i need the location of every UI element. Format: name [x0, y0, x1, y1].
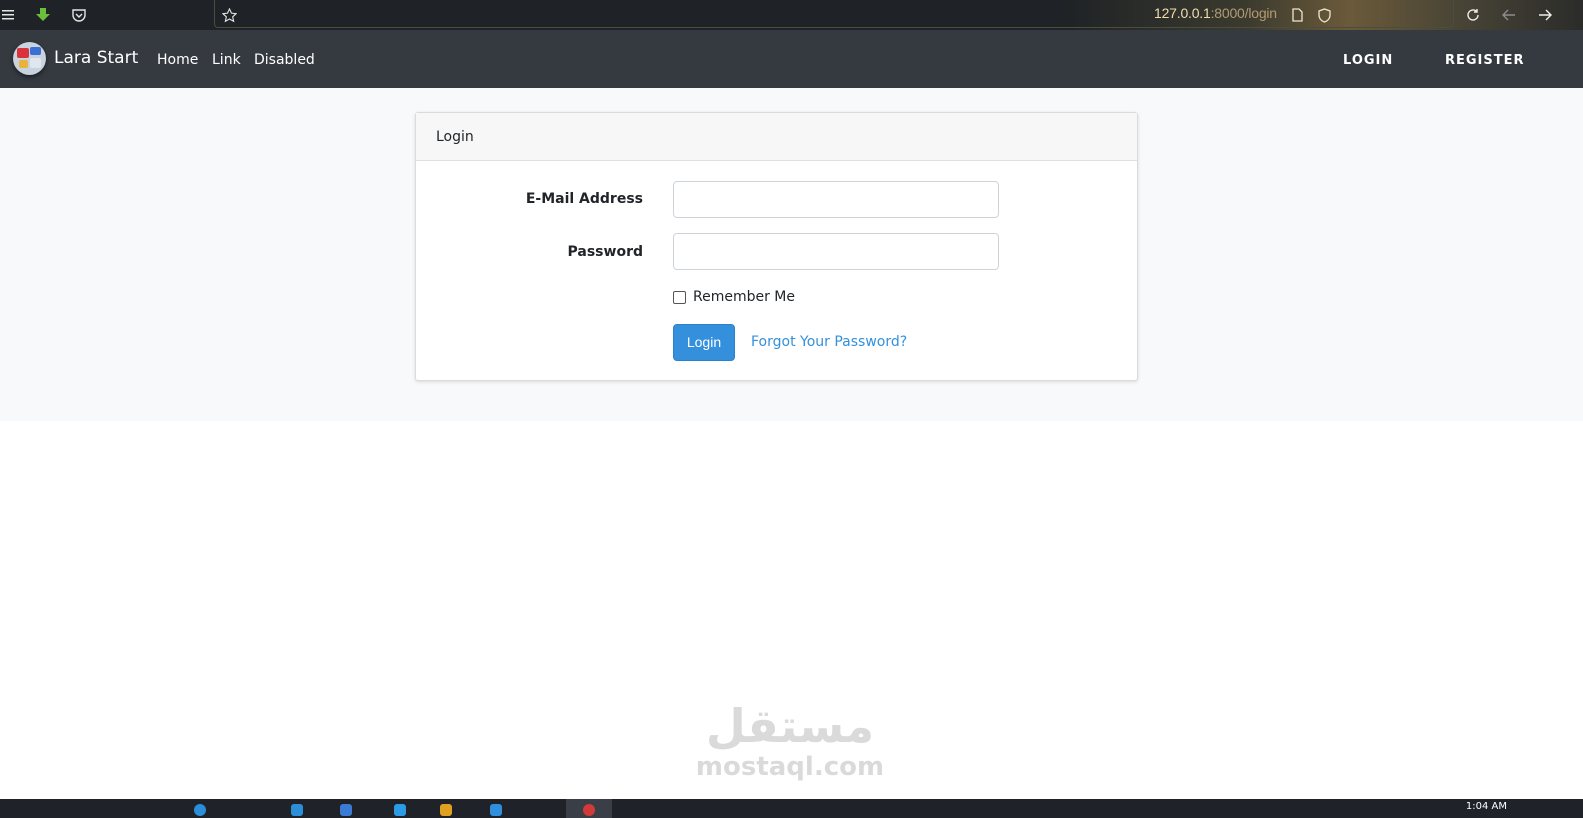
watermark: مستقل mostaql.com — [620, 700, 960, 782]
bookmark-star-icon[interactable] — [220, 0, 238, 30]
forgot-password-link[interactable]: Forgot Your Password? — [751, 334, 907, 350]
login-card: Login E-Mail Address Password Remember M… — [415, 112, 1138, 381]
url-host: 127.0.0.1 — [1154, 5, 1211, 21]
nav-link-disabled: Disabled — [254, 52, 315, 68]
email-label: E-Mail Address — [525, 191, 643, 207]
taskbar-app-icon[interactable] — [194, 804, 206, 816]
register-nav-link[interactable]: REGISTER — [1445, 53, 1525, 68]
brand-logo[interactable] — [13, 42, 46, 75]
password-field[interactable] — [673, 233, 999, 270]
download-icon[interactable] — [34, 0, 52, 30]
pocket-icon[interactable] — [70, 0, 88, 30]
main-content: Login E-Mail Address Password Remember M… — [0, 88, 1583, 421]
login-nav-link[interactable]: LOGIN — [1343, 53, 1393, 68]
password-label: Password — [567, 244, 643, 260]
forward-arrow-icon[interactable] — [1536, 0, 1554, 30]
os-taskbar: 1:04 AM — [0, 799, 1583, 818]
watermark-latin: mostaql.com — [695, 752, 885, 782]
shield-icon[interactable] — [1316, 0, 1332, 30]
login-button[interactable]: Login — [673, 324, 735, 361]
url-path: :8000/login — [1210, 5, 1278, 21]
email-field[interactable] — [673, 181, 999, 218]
back-arrow-icon[interactable] — [1500, 0, 1518, 30]
top-navbar: Lara Start Home Link Disabled LOGIN REGI… — [0, 30, 1583, 88]
brand-name[interactable]: Lara Start — [54, 48, 138, 68]
taskbar-clock: 1:04 AM — [1465, 801, 1507, 812]
page-icon[interactable] — [1289, 0, 1305, 30]
menu-icon[interactable] — [0, 0, 16, 30]
browser-toolbar: 127.0.0.1:8000/login — [0, 0, 1583, 30]
nav-link-link[interactable]: Link — [212, 52, 241, 68]
watermark-arabic: مستقل — [705, 699, 875, 753]
remember-me-label[interactable]: Remember Me — [693, 289, 795, 305]
taskbar-app-icon[interactable] — [440, 804, 452, 816]
taskbar-active-app[interactable] — [566, 799, 612, 818]
taskbar-app-icon[interactable] — [490, 804, 502, 816]
remember-me-checkbox[interactable] — [673, 291, 686, 304]
taskbar-app-icon[interactable] — [394, 804, 406, 816]
card-header: Login — [416, 113, 1137, 161]
taskbar-app-icon[interactable] — [340, 804, 352, 816]
reload-icon[interactable] — [1464, 0, 1482, 30]
nav-link-home[interactable]: Home — [157, 52, 198, 68]
taskbar-app-icon[interactable] — [291, 804, 303, 816]
url-text[interactable]: 127.0.0.1:8000/login — [1154, 0, 1277, 26]
